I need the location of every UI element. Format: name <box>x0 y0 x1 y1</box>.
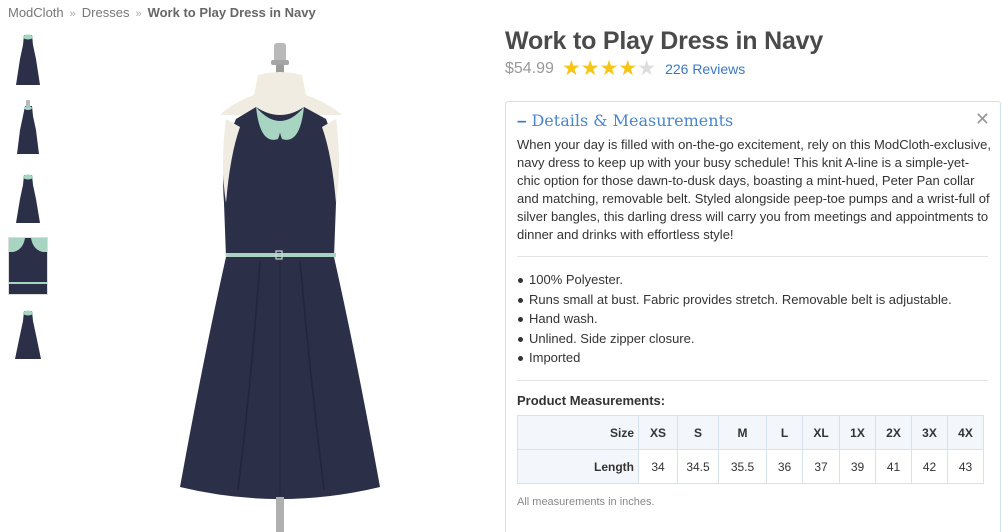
measurements-title: Product Measurements: <box>517 393 666 408</box>
feature-item: Hand wash. <box>517 309 952 329</box>
divider <box>517 256 988 257</box>
product-price: $54.99 <box>505 60 554 77</box>
product-description: When your day is filled with on-the-go e… <box>517 137 991 242</box>
dress-illustration <box>180 43 380 532</box>
size-cell: M <box>718 415 767 450</box>
thumbnail-list <box>8 30 48 375</box>
length-cell: 36 <box>766 449 803 484</box>
price-rating-row: $54.99 ★ ★ ★ ★ ★ 226 Reviews <box>505 57 745 80</box>
product-title: Work to Play Dress in Navy <box>505 27 824 55</box>
size-cell: S <box>677 415 719 450</box>
thumbnail-side[interactable] <box>8 99 48 157</box>
details-panel-header[interactable]: – Details & Measurements <box>517 111 733 130</box>
length-cell: 43 <box>947 449 984 484</box>
product-features-list: 100% Polyester. Runs small at bust. Fabr… <box>517 270 952 368</box>
breadcrumb-link-modcloth[interactable]: ModCloth <box>8 5 64 20</box>
star-icon: ★ <box>599 57 619 80</box>
measurements-table: Size XS S M L XL 1X 2X 3X 4X Length 34 3… <box>517 415 984 484</box>
feature-item: Runs small at bust. Fabric provides stre… <box>517 290 952 310</box>
size-cell: 1X <box>839 415 876 450</box>
breadcrumb-separator: » <box>69 8 76 20</box>
thumbnail-back[interactable] <box>8 168 48 226</box>
length-cell: 42 <box>911 449 948 484</box>
size-cell: L <box>766 415 803 450</box>
main-product-image[interactable] <box>160 35 400 532</box>
star-icon: ★ <box>637 57 657 80</box>
feature-item: Imported <box>517 348 952 368</box>
length-cell: 37 <box>802 449 840 484</box>
length-label: Length <box>517 449 639 484</box>
size-label: Size <box>517 415 639 450</box>
size-cell: XS <box>638 415 678 450</box>
size-cell: 2X <box>875 415 912 450</box>
length-cell: 35.5 <box>718 449 767 484</box>
minus-icon[interactable]: – <box>517 112 526 129</box>
length-row: Length 34 34.5 35.5 36 37 39 41 42 43 <box>517 449 984 484</box>
size-cell: XL <box>802 415 840 450</box>
length-cell: 34 <box>638 449 678 484</box>
breadcrumb-current: Work to Play Dress in Navy <box>147 5 316 20</box>
star-icon: ★ <box>580 57 600 80</box>
feature-item: 100% Polyester. <box>517 270 952 290</box>
star-icon: ★ <box>618 57 638 80</box>
size-cell: 4X <box>947 415 984 450</box>
star-icon: ★ <box>561 57 581 80</box>
thumbnail-collar-detail[interactable] <box>8 237 48 295</box>
breadcrumb-link-dresses[interactable]: Dresses <box>82 5 130 20</box>
length-cell: 34.5 <box>677 449 719 484</box>
details-panel-title[interactable]: Details & Measurements <box>531 111 733 130</box>
thumbnail-full[interactable] <box>8 306 48 364</box>
breadcrumb-separator: » <box>135 8 142 20</box>
details-panel: – Details & Measurements ✕ When your day… <box>505 101 1001 532</box>
close-icon[interactable]: ✕ <box>975 110 990 128</box>
length-cell: 41 <box>875 449 912 484</box>
measurements-note: All measurements in inches. <box>517 496 655 508</box>
star-rating[interactable]: ★ ★ ★ ★ ★ <box>561 57 657 80</box>
size-cell: 3X <box>911 415 948 450</box>
reviews-link[interactable]: 226 Reviews <box>665 61 745 77</box>
feature-item: Unlined. Side zipper closure. <box>517 329 952 349</box>
thumbnail-front[interactable] <box>8 30 48 88</box>
length-cell: 39 <box>839 449 876 484</box>
divider <box>517 380 988 381</box>
size-row: Size XS S M L XL 1X 2X 3X 4X <box>517 415 984 450</box>
breadcrumb: ModCloth » Dresses » Work to Play Dress in N… <box>8 5 316 20</box>
